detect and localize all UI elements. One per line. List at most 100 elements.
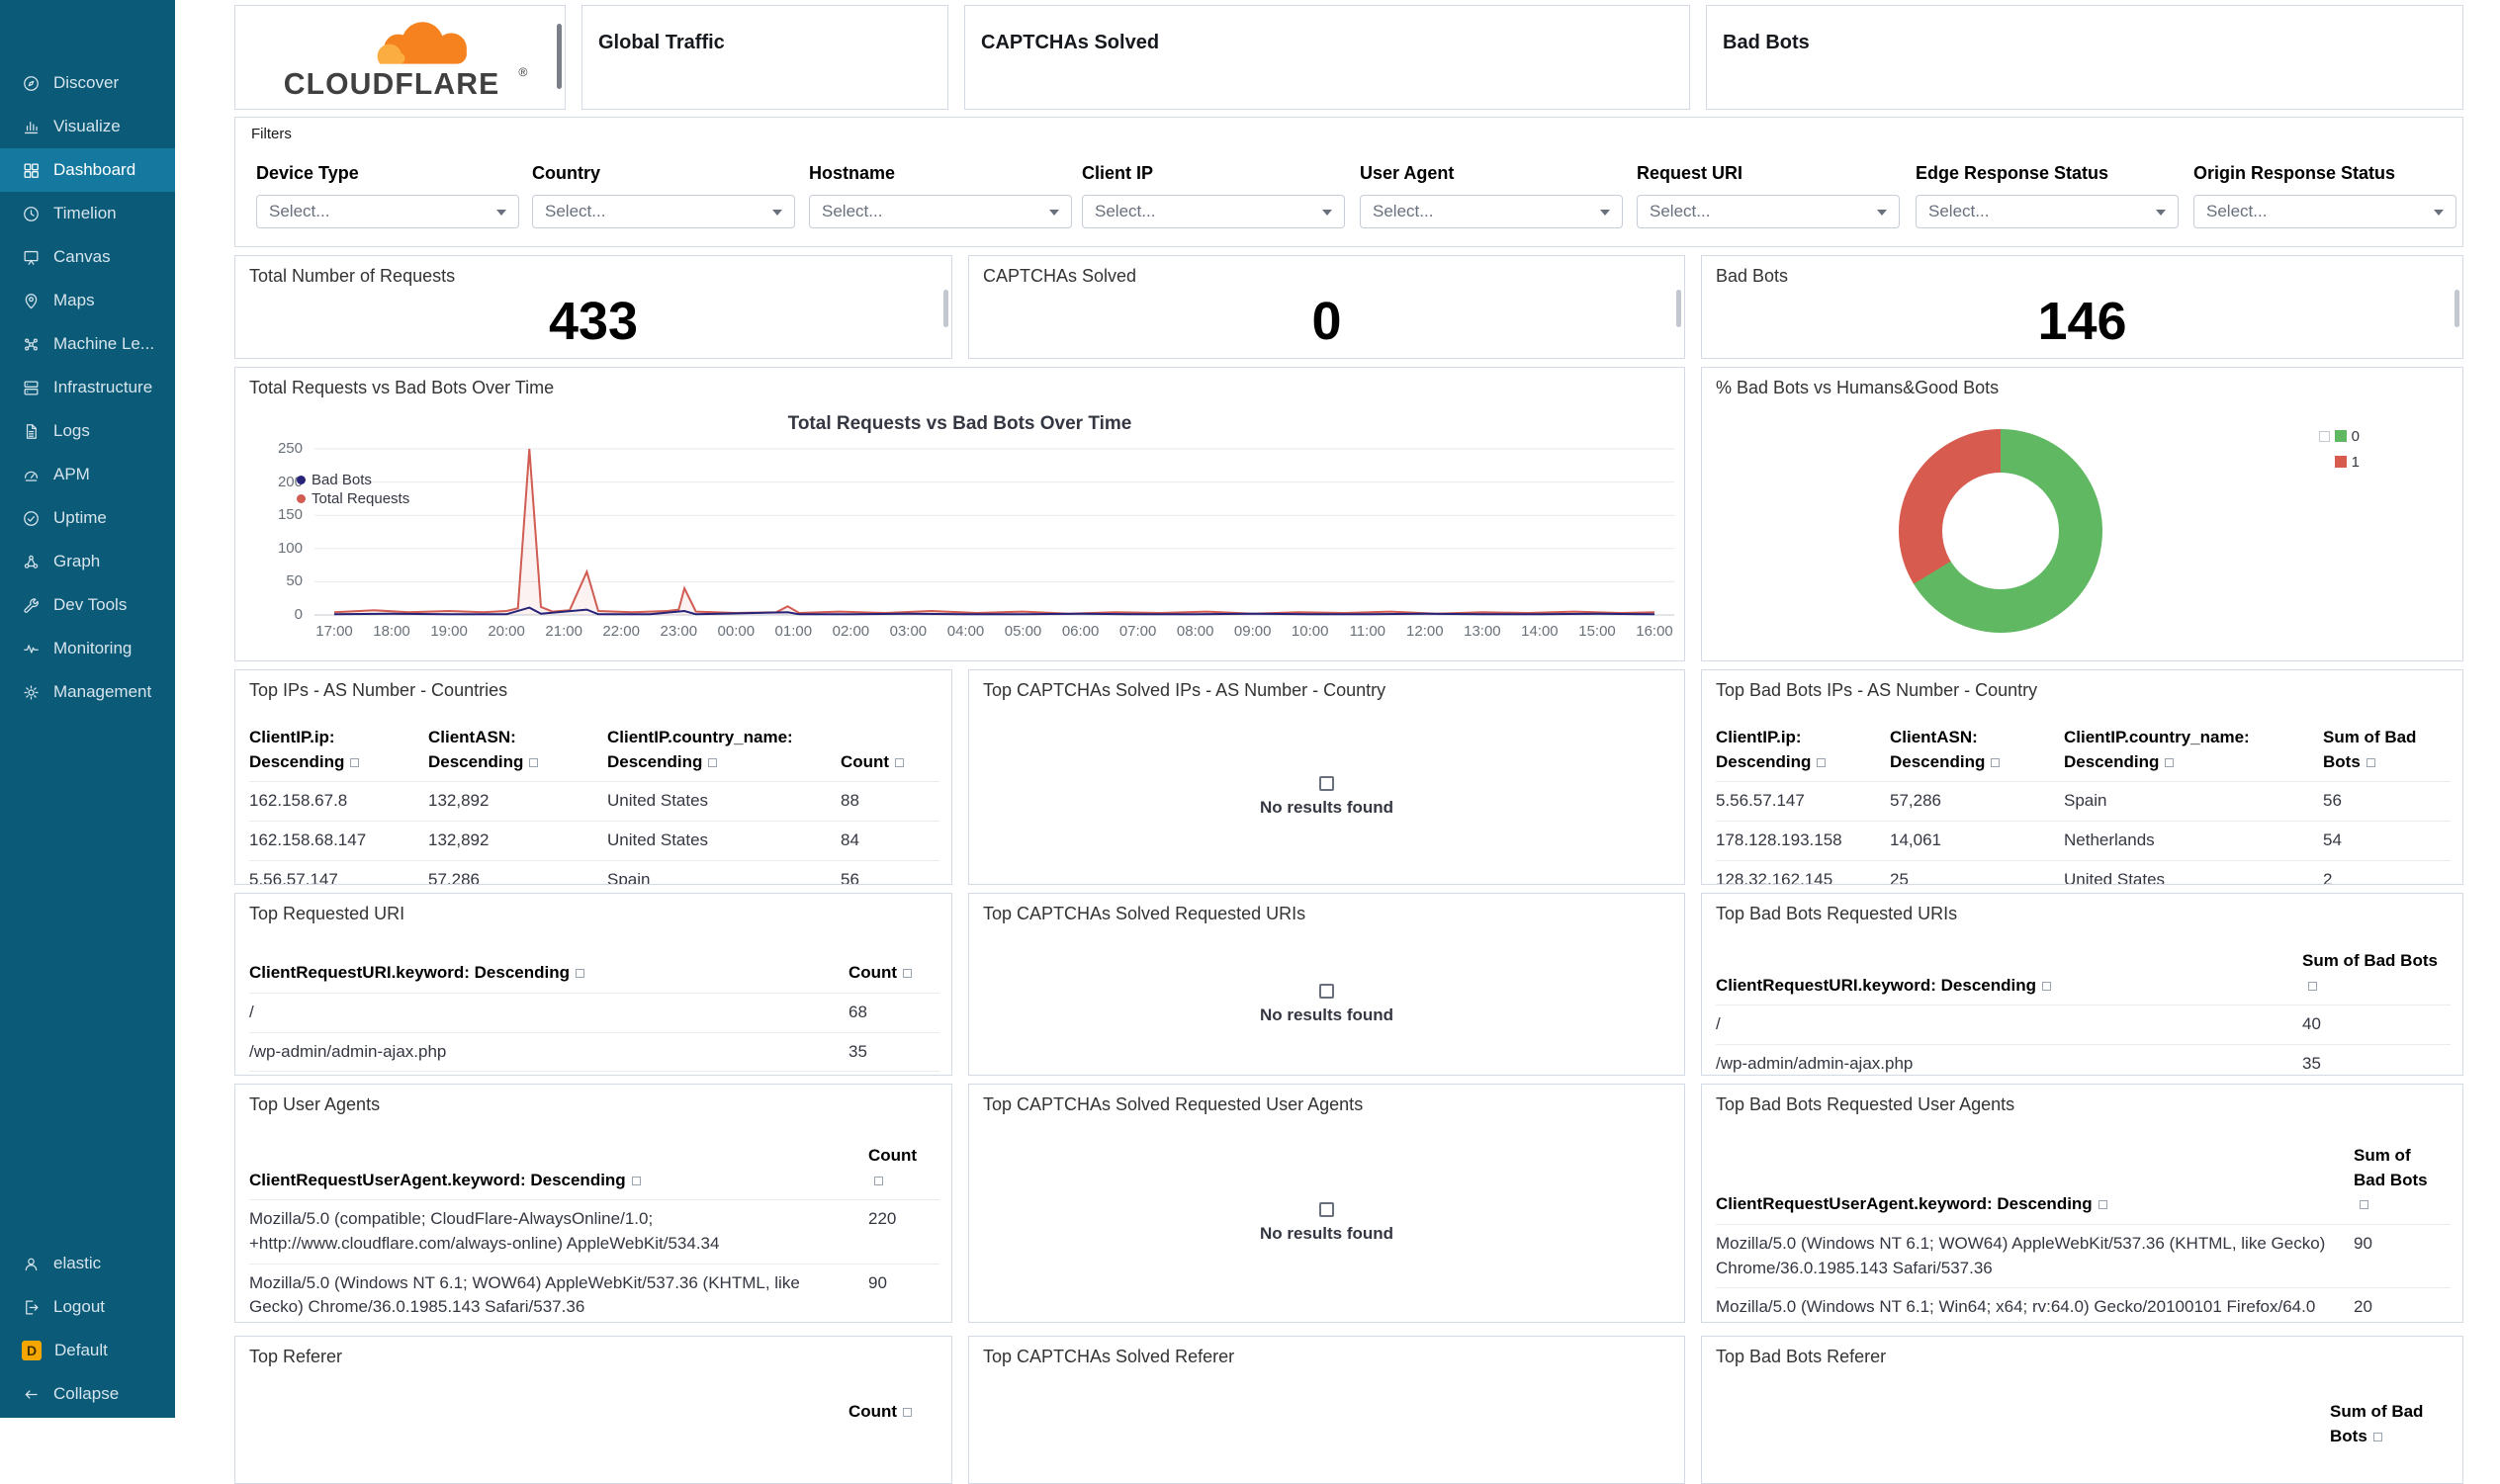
table-cell[interactable]: United States: [2064, 868, 2323, 884]
table-cell[interactable]: 162.158.68.147: [249, 829, 428, 853]
table-cell[interactable]: 57,286: [428, 868, 607, 884]
scrollbar-thumb[interactable]: [557, 24, 562, 89]
table-cell[interactable]: 90: [2354, 1232, 2451, 1257]
column-header[interactable]: ClientRequestURI.keyword: Descending: [249, 961, 848, 986]
scrollbar-thumb[interactable]: [943, 290, 948, 327]
table-cell[interactable]: /wp-admin/admin-ajax.php: [1716, 1052, 2302, 1075]
sidebar-item-graph[interactable]: Graph: [0, 540, 175, 583]
device-type-select[interactable]: Select...: [256, 195, 519, 228]
sidebar-item-apm[interactable]: APM: [0, 453, 175, 496]
column-header[interactable]: ClientASN: Descending: [428, 726, 607, 774]
table-cell[interactable]: Spain: [607, 868, 841, 884]
sidebar-item-canvas[interactable]: Canvas: [0, 235, 175, 279]
line-chart-plot: [314, 448, 1674, 616]
table-cell[interactable]: 90: [868, 1271, 939, 1296]
sidebar-item-monitoring[interactable]: Monitoring: [0, 627, 175, 670]
donut-chart[interactable]: [1899, 429, 2102, 633]
x-axis-tick-label: 21:00: [545, 623, 582, 640]
column-header[interactable]: ClientRequestURI.keyword: Descending: [1716, 974, 2302, 999]
table-cell[interactable]: 35: [848, 1040, 939, 1065]
table-cell[interactable]: Spain: [2064, 789, 2323, 814]
hostname-select[interactable]: Select...: [809, 195, 1072, 228]
table-cell[interactable]: Mozilla/5.0 (Windows NT 6.1; Win64; x64;…: [1716, 1295, 2354, 1320]
table-cell[interactable]: 5.56.57.147: [1716, 789, 1890, 814]
legend-item-bad-bots[interactable]: Bad Bots: [297, 471, 409, 489]
table-cell[interactable]: Mozilla/5.0 (compatible; CloudFlare-Alwa…: [249, 1207, 868, 1256]
request-uri-select[interactable]: Select...: [1637, 195, 1900, 228]
edge-response-status-select[interactable]: Select...: [1916, 195, 2179, 228]
sidebar-item-uptime[interactable]: Uptime: [0, 496, 175, 540]
table-cell[interactable]: 220: [868, 1207, 939, 1232]
table-cell[interactable]: 5.56.57.147: [249, 868, 428, 884]
column-header[interactable]: ClientRequestUserAgent.keyword: Descendi…: [1716, 1192, 2354, 1217]
table-cell[interactable]: 2: [2323, 868, 2451, 884]
table-cell[interactable]: /: [1716, 1012, 2302, 1037]
sidebar-item-infrastructure[interactable]: Infrastructure: [0, 366, 175, 409]
origin-response-status-select[interactable]: Select...: [2193, 195, 2456, 228]
scrollbar-thumb[interactable]: [2455, 290, 2459, 327]
sidebar-item-logs[interactable]: Logs: [0, 409, 175, 453]
filter-request-uri: Request URI Select...: [1637, 118, 1900, 246]
table-cell[interactable]: 14,061: [1890, 829, 2064, 853]
client-ip-select[interactable]: Select...: [1082, 195, 1345, 228]
table-cell[interactable]: 35: [2302, 1052, 2451, 1075]
table-cell[interactable]: 178.128.193.158: [1716, 829, 1890, 853]
column-header[interactable]: ClientIP.country_name: Descending: [607, 726, 841, 774]
sidebar-item-dashboard[interactable]: Dashboard: [0, 148, 175, 192]
sidebar-item-logout[interactable]: Logout: [0, 1285, 175, 1329]
column-header[interactable]: Count: [848, 1400, 939, 1425]
column-header[interactable]: Count: [868, 1144, 939, 1192]
column-header[interactable]: ClientRequestUserAgent.keyword: Descendi…: [249, 1169, 868, 1193]
table-cell[interactable]: 56: [841, 868, 939, 884]
sidebar-item-machine-learning[interactable]: Machine Le...: [0, 322, 175, 366]
sidebar-item-discover[interactable]: Discover: [0, 61, 175, 105]
table-cell[interactable]: Mozilla/5.0 (Windows NT 6.1; WOW64) Appl…: [249, 1271, 868, 1320]
table-cell[interactable]: 56: [2323, 789, 2451, 814]
table-cell[interactable]: United States: [607, 789, 841, 814]
column-header-label: Count: [848, 963, 898, 983]
column-header[interactable]: Sum of Bad Bots: [2302, 949, 2451, 998]
column-header[interactable]: ClientIP.ip: Descending: [1716, 726, 1890, 774]
table-cell[interactable]: 20: [2354, 1295, 2451, 1320]
legend-item-1[interactable]: 1: [2319, 449, 2360, 475]
table-cell[interactable]: /wp-admin/admin-ajax.php: [249, 1040, 848, 1065]
table-cell[interactable]: 84: [841, 829, 939, 853]
column-header[interactable]: Sum of Bad Bots: [2354, 1144, 2451, 1217]
table-cell[interactable]: 128.32.162.145: [1716, 868, 1890, 884]
table-cell[interactable]: 162.158.67.8: [249, 789, 428, 814]
table-cell[interactable]: 54: [2323, 829, 2451, 853]
column-header[interactable]: ClientASN: Descending: [1890, 726, 2064, 774]
sidebar-item-visualize[interactable]: Visualize: [0, 105, 175, 148]
table-cell[interactable]: 25: [1890, 868, 2064, 884]
table-cell[interactable]: /: [249, 1001, 848, 1025]
sidebar-item-elastic-user[interactable]: elastic: [0, 1242, 175, 1285]
column-header[interactable]: ClientIP.country_name: Descending: [2064, 726, 2323, 774]
column-header[interactable]: ClientIP.ip: Descending: [249, 726, 428, 774]
legend-item-0[interactable]: 0: [2318, 423, 2360, 449]
sidebar-item-label: Logs: [53, 421, 90, 440]
sidebar-item-collapse[interactable]: Collapse: [0, 1372, 175, 1416]
legend-item-total-requests[interactable]: Total Requests: [297, 489, 409, 508]
column-header[interactable]: Count: [841, 750, 939, 775]
table-cell[interactable]: United States: [607, 829, 841, 853]
country-select[interactable]: Select...: [532, 195, 795, 228]
table-cell[interactable]: Mozilla/5.0 (Windows NT 6.1; WOW64) Appl…: [1716, 1232, 2354, 1280]
table-cell[interactable]: 40: [2302, 1012, 2451, 1037]
table-cell[interactable]: 132,892: [428, 789, 607, 814]
table-cell[interactable]: Netherlands: [2064, 829, 2323, 853]
user-agent-select[interactable]: Select...: [1360, 195, 1623, 228]
sidebar-item-dev-tools[interactable]: Dev Tools: [0, 583, 175, 627]
column-header[interactable]: Count: [848, 961, 939, 986]
column-header[interactable]: Sum of Bad Bots: [2323, 726, 2451, 774]
table-cell[interactable]: 88: [841, 789, 939, 814]
table-cell[interactable]: 68: [848, 1001, 939, 1025]
sidebar-item-maps[interactable]: Maps: [0, 279, 175, 322]
column-header[interactable]: Sum of Bad Bots: [2330, 1400, 2451, 1448]
scrollbar-thumb[interactable]: [1676, 290, 1681, 327]
sidebar-item-management[interactable]: Management: [0, 670, 175, 714]
sidebar-item-default-space[interactable]: D Default: [0, 1329, 175, 1372]
table-cell[interactable]: 57,286: [1890, 789, 2064, 814]
sidebar-item-timelion[interactable]: Timelion: [0, 192, 175, 235]
table-row: 178.128.193.158 14,061 Netherlands 54: [1716, 820, 2451, 860]
table-cell[interactable]: 132,892: [428, 829, 607, 853]
